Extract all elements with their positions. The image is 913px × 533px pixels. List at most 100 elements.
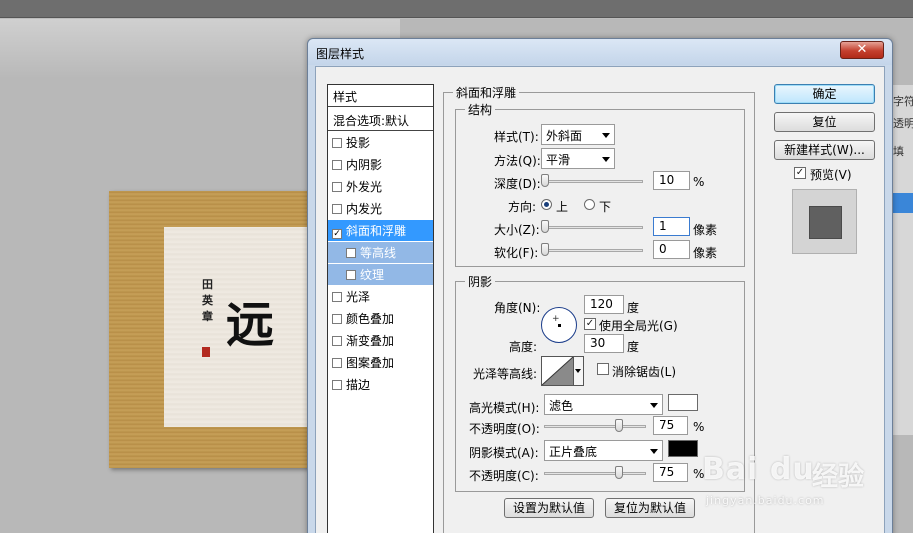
gloss-contour-label: 光泽等高线:	[473, 367, 538, 381]
preview-label[interactable]: 预览(V)	[810, 166, 852, 183]
contour-dropdown-arrow[interactable]	[574, 356, 584, 386]
direction-up-radio[interactable]	[541, 199, 552, 210]
chevron-down-icon	[602, 133, 610, 138]
depth-input[interactable]: 10	[653, 171, 690, 190]
style-item-checkbox[interactable]	[332, 138, 342, 148]
highlight-opacity-track[interactable]	[544, 425, 646, 428]
global-light-checkbox[interactable]: ✓	[584, 318, 596, 330]
style-item[interactable]: 描边	[328, 374, 433, 395]
angle-label: 角度(N):	[494, 301, 541, 315]
contour-curve-icon	[541, 356, 574, 386]
shadow-opacity-track[interactable]	[544, 472, 646, 475]
bevel-style-value: 外斜面	[546, 129, 583, 143]
angle-dial[interactable]: +	[541, 307, 577, 343]
bevel-emboss-title: 斜面和浮雕	[453, 84, 520, 101]
highlight-opacity-thumb[interactable]	[615, 419, 623, 432]
style-item-label: 内发光	[346, 202, 383, 216]
calligraphy-character: 远	[226, 297, 275, 353]
technique-value: 平滑	[546, 153, 571, 167]
new-style-button[interactable]: 新建样式(W)...	[774, 140, 875, 160]
style-item-label: 光泽	[346, 290, 371, 304]
baidu-logo: Bai du	[702, 452, 815, 487]
highlight-mode-select[interactable]: 滤色	[544, 394, 663, 415]
gloss-contour-picker[interactable]	[541, 356, 574, 386]
shadow-color-swatch[interactable]	[668, 440, 698, 457]
direction-down-radio[interactable]	[584, 199, 595, 210]
bevel-style-select[interactable]: 外斜面	[541, 124, 615, 145]
highlight-opacity-label: 不透明度(O):	[469, 422, 540, 436]
soften-input[interactable]: 0	[653, 240, 690, 259]
chevron-down-icon	[650, 403, 658, 408]
style-item-checkbox[interactable]	[332, 380, 342, 390]
shadow-mode-select[interactable]: 正片叠底	[544, 440, 663, 461]
style-item-checkbox[interactable]	[332, 204, 342, 214]
technique-label: 方法(Q):	[494, 154, 541, 168]
style-item-checkbox[interactable]	[332, 336, 342, 346]
style-item-checkbox[interactable]	[346, 248, 356, 258]
crosshair-icon: +	[552, 314, 560, 324]
angle-input[interactable]: 120	[584, 295, 624, 314]
baidu-watermark: Bai du 经验 jingyan.baidu.com	[702, 446, 902, 516]
depth-slider-track[interactable]	[541, 180, 643, 183]
app-top-bar	[0, 0, 913, 18]
styles-header[interactable]: 样式	[328, 85, 433, 107]
direction-down-label[interactable]: 下	[599, 198, 611, 215]
antialias-checkbox[interactable]	[597, 363, 609, 375]
depth-slider-thumb[interactable]	[541, 174, 549, 187]
style-item-label: 图案叠加	[346, 356, 395, 370]
direction-label: 方向:	[508, 200, 537, 214]
antialias-label[interactable]: 消除锯齿(L)	[612, 363, 676, 380]
technique-select[interactable]: 平滑	[541, 148, 615, 169]
style-item-label: 外发光	[346, 180, 383, 194]
reset-button[interactable]: 复位	[774, 112, 875, 132]
style-item-label: 内阴影	[346, 158, 383, 172]
ok-button[interactable]: 确定	[774, 84, 875, 104]
global-light-label[interactable]: 使用全局光(G)	[599, 317, 678, 334]
make-default-button[interactable]: 设置为默认值	[504, 498, 594, 518]
side-tab-character[interactable]: 字符	[893, 93, 913, 109]
size-slider-track[interactable]	[541, 226, 643, 229]
altitude-unit: 度	[627, 340, 640, 354]
style-item-checkbox[interactable]: ✓	[332, 229, 342, 239]
reset-to-default-button[interactable]: 复位为默认值	[605, 498, 695, 518]
side-panel-selected-layer[interactable]	[891, 193, 913, 213]
style-item[interactable]: ✓ 斜面和浮雕	[328, 220, 433, 241]
style-item-checkbox[interactable]	[332, 358, 342, 368]
preview-checkbox[interactable]: ✓	[794, 167, 806, 179]
size-input[interactable]: 1	[653, 217, 690, 236]
soften-unit: 像素	[693, 246, 718, 260]
style-item[interactable]: 内阴影	[328, 154, 433, 175]
style-item-checkbox[interactable]	[332, 182, 342, 192]
size-slider-thumb[interactable]	[541, 220, 549, 233]
style-item[interactable]: 投影	[328, 132, 433, 153]
close-button[interactable]: ✕	[840, 41, 884, 59]
soften-slider-thumb[interactable]	[541, 243, 549, 256]
watermark-url: jingyan.baidu.com	[706, 494, 825, 507]
side-tab-transparency[interactable]: 透明	[893, 115, 913, 131]
blending-options-item[interactable]: 混合选项:默认	[328, 109, 433, 131]
highlight-opacity-input[interactable]: 75	[653, 416, 688, 435]
style-preview-thumbnail	[792, 189, 857, 254]
style-item[interactable]: 纹理	[328, 264, 433, 285]
highlight-opacity-unit: %	[693, 420, 705, 434]
side-tab-fill[interactable]: 填	[893, 143, 904, 159]
style-item[interactable]: 外发光	[328, 176, 433, 197]
shadow-opacity-input[interactable]: 75	[653, 463, 688, 482]
style-item[interactable]: 渐变叠加	[328, 330, 433, 351]
style-item-checkbox[interactable]	[346, 270, 356, 280]
style-item-checkbox[interactable]	[332, 314, 342, 324]
shadow-opacity-thumb[interactable]	[615, 466, 623, 479]
style-item-checkbox[interactable]	[332, 160, 342, 170]
direction-up-label[interactable]: 上	[556, 198, 568, 215]
red-seal	[202, 347, 210, 357]
style-item[interactable]: 等高线	[328, 242, 433, 263]
dialog-title-bar[interactable]: 图层样式 ✕	[308, 39, 892, 65]
soften-slider-track[interactable]	[541, 249, 643, 252]
style-item[interactable]: 光泽	[328, 286, 433, 307]
altitude-input[interactable]: 30	[584, 334, 624, 353]
style-item-checkbox[interactable]	[332, 292, 342, 302]
highlight-color-swatch[interactable]	[668, 394, 698, 411]
style-item[interactable]: 颜色叠加	[328, 308, 433, 329]
style-item[interactable]: 内发光	[328, 198, 433, 219]
style-item[interactable]: 图案叠加	[328, 352, 433, 373]
